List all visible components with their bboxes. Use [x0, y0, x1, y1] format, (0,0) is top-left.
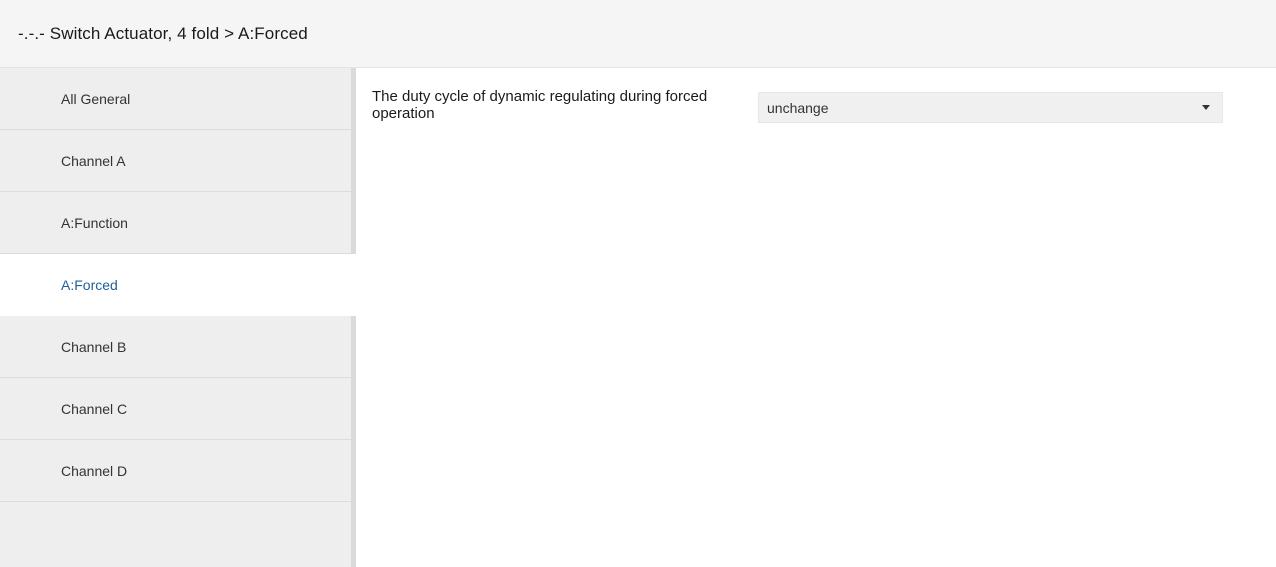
breadcrumb-title: -.-.- Switch Actuator, 4 fold > A:Forced: [18, 23, 308, 43]
sidebar-item-label: Channel D: [61, 462, 128, 479]
sidebar-item-label: All General: [61, 90, 131, 107]
sidebar-item-channel-b[interactable]: Channel B: [0, 316, 351, 378]
sidebar-item-label: Channel B: [61, 338, 127, 355]
sidebar-item-label: A:Function: [61, 214, 128, 231]
window-header: -.-.- Switch Actuator, 4 fold > A:Forced: [0, 0, 1276, 68]
sidebar-item-channel-a[interactable]: Channel A: [0, 130, 351, 192]
sidebar-item-label: A:Forced: [61, 276, 118, 293]
parameter-panel: The duty cycle of dynamic regulating dur…: [356, 68, 1276, 567]
sidebar-empty-area: [0, 502, 351, 567]
select-value: unchange: [767, 99, 829, 116]
sidebar-item-a-forced[interactable]: A:Forced: [0, 254, 356, 316]
sidebar-item-channel-d[interactable]: Channel D: [0, 440, 351, 502]
duty-cycle-select[interactable]: unchange: [758, 92, 1223, 123]
sidebar-item-a-function[interactable]: A:Function: [0, 192, 351, 254]
sidebar-item-all-general[interactable]: All General: [0, 68, 351, 130]
sidebar: All General Channel A A:Function A:Force…: [0, 68, 356, 567]
sidebar-item-label: Channel C: [61, 400, 128, 417]
parameter-label: The duty cycle of dynamic regulating dur…: [372, 88, 708, 122]
sidebar-item-label: Channel A: [61, 152, 126, 169]
sidebar-item-channel-c[interactable]: Channel C: [0, 378, 351, 440]
chevron-down-icon[interactable]: [1202, 105, 1210, 110]
